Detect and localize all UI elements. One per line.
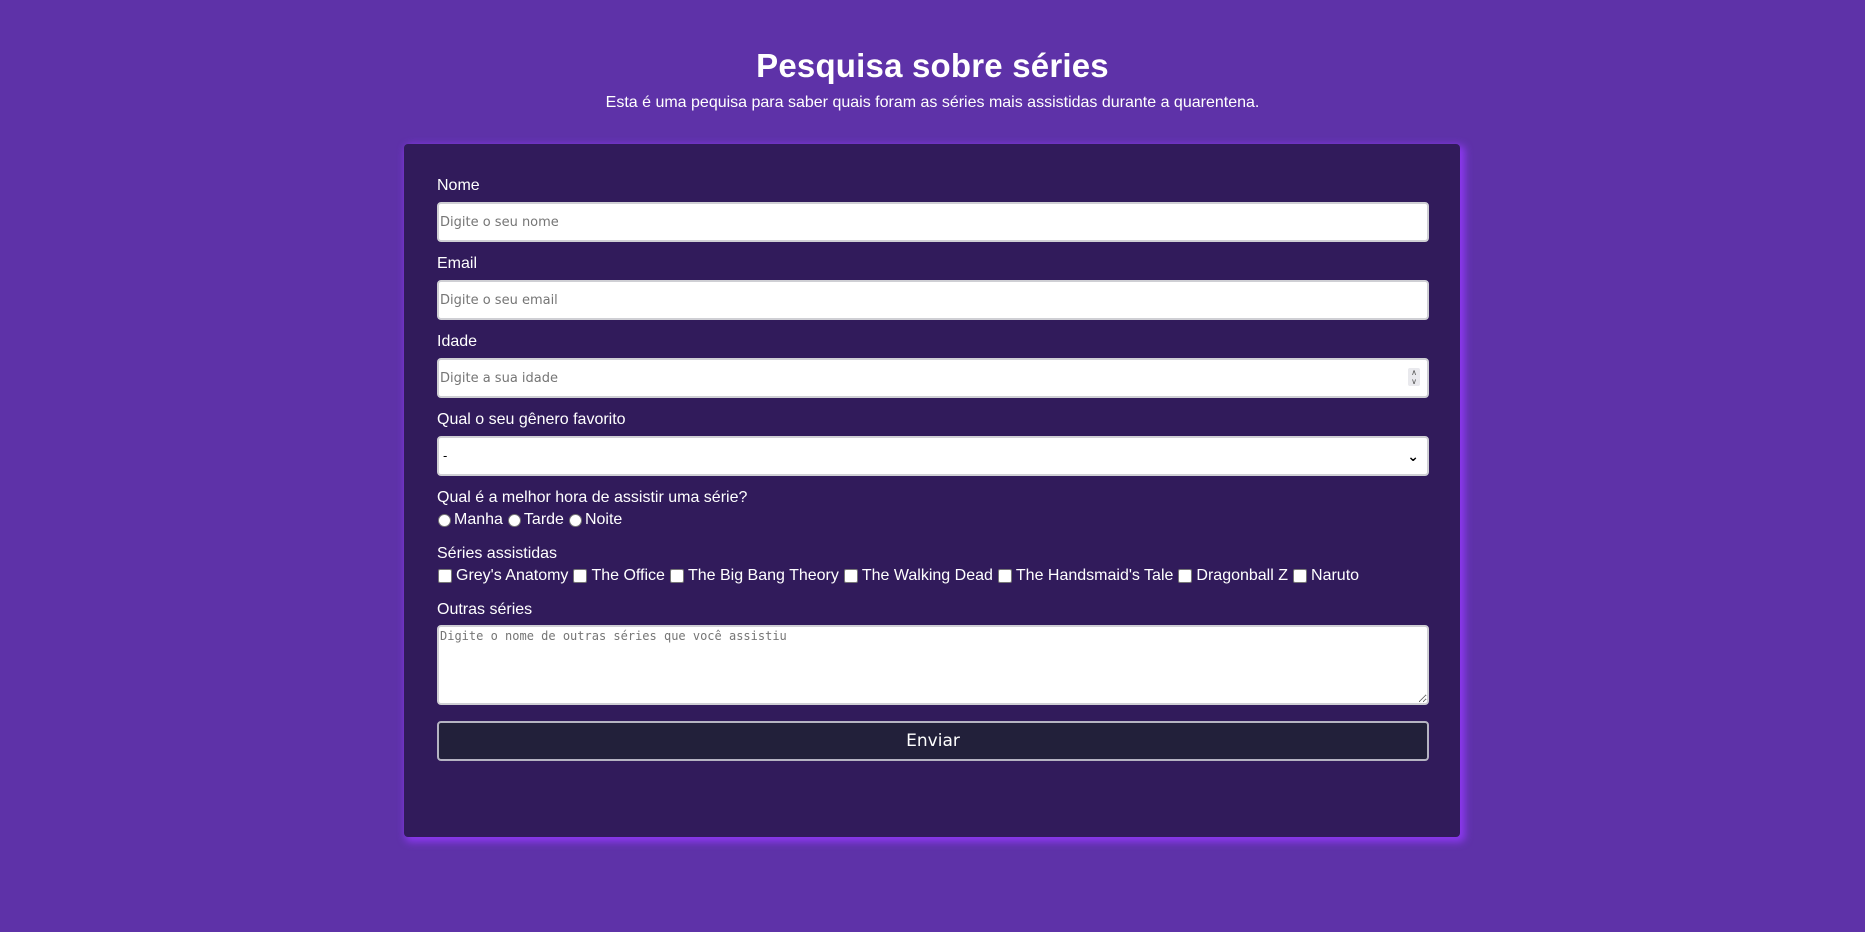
checkbox-label-handsmaids-tale: The Handsmaid's Tale: [1015, 567, 1174, 584]
genre-label: Qual o seu gênero favorito: [437, 411, 626, 428]
checkbox-greys-anatomy[interactable]: [438, 569, 452, 583]
genre-selected-value: -: [443, 448, 448, 463]
other-series-textarea[interactable]: [437, 625, 1429, 705]
radio-label-noite: Noite: [584, 511, 623, 528]
page-title: Pesquisa sobre séries: [756, 47, 1109, 84]
genre-select[interactable]: - ⌄: [437, 436, 1429, 476]
checkbox-walking-dead[interactable]: [843, 569, 858, 583]
watched-series-checkbox-group: Grey's Anatomy The Office The Big Bang T…: [437, 566, 1427, 586]
page-description: Esta é uma pequisa para saber quais fora…: [605, 94, 1260, 111]
checkbox-label-dragonball-z: Dragonball Z: [1196, 567, 1289, 584]
survey-form: Nome Email Idade ∧∨ Qual o seu gênero fa…: [404, 144, 1460, 837]
radio-label-tarde: Tarde: [523, 511, 564, 528]
age-input-wrapper: ∧∨: [437, 358, 1429, 398]
submit-button[interactable]: Enviar: [437, 721, 1429, 761]
checkbox-label-walking-dead: The Walking Dead: [861, 567, 993, 584]
checkbox-handsmaids-tale[interactable]: [997, 569, 1012, 583]
checkbox-the-office[interactable]: [573, 569, 588, 583]
chevron-down-icon: ⌄: [1407, 448, 1419, 464]
radio-label-manha: Manha: [454, 511, 503, 528]
checkbox-big-bang-theory[interactable]: [669, 569, 684, 583]
age-input[interactable]: [437, 358, 1429, 398]
checkbox-label-greys-anatomy: Grey's Anatomy: [456, 567, 569, 584]
other-series-field-group: Outras séries: [437, 600, 1429, 705]
age-field-group: Idade ∧∨: [437, 332, 1429, 398]
other-series-label: Outras séries: [437, 601, 533, 618]
name-label: Nome: [437, 177, 480, 194]
best-time-radio-group: Manha Tarde Noite: [437, 510, 1427, 530]
email-field-group: Email: [437, 254, 1429, 320]
radio-noite[interactable]: [568, 513, 582, 527]
name-input[interactable]: [437, 202, 1429, 242]
checkbox-label-the-office: The Office: [591, 567, 665, 584]
page-header: Pesquisa sobre séries Esta é uma pequisa…: [0, 0, 1865, 114]
number-spinner-icon[interactable]: ∧ ∨: [1408, 368, 1420, 386]
name-field-group: Nome: [437, 176, 1429, 242]
email-label: Email: [437, 255, 478, 272]
checkbox-dragonball-z[interactable]: [1178, 569, 1193, 583]
radio-tarde[interactable]: [507, 513, 521, 527]
email-input[interactable]: [437, 280, 1429, 320]
best-time-label: Qual é a melhor hora de assistir uma sér…: [437, 489, 748, 506]
genre-field-group: Qual o seu gênero favorito - ⌄: [437, 410, 1429, 476]
age-label: Idade: [437, 333, 478, 350]
radio-manha[interactable]: [438, 513, 451, 527]
watched-series-field-group: Séries assistidas Grey's Anatomy The Off…: [437, 544, 1427, 586]
best-time-field-group: Qual é a melhor hora de assistir uma sér…: [437, 488, 1427, 530]
checkbox-label-big-bang-theory: The Big Bang Theory: [687, 567, 839, 584]
checkbox-label-naruto: Naruto: [1311, 567, 1360, 584]
watched-series-label: Séries assistidas: [437, 545, 558, 562]
checkbox-naruto[interactable]: [1293, 569, 1308, 583]
